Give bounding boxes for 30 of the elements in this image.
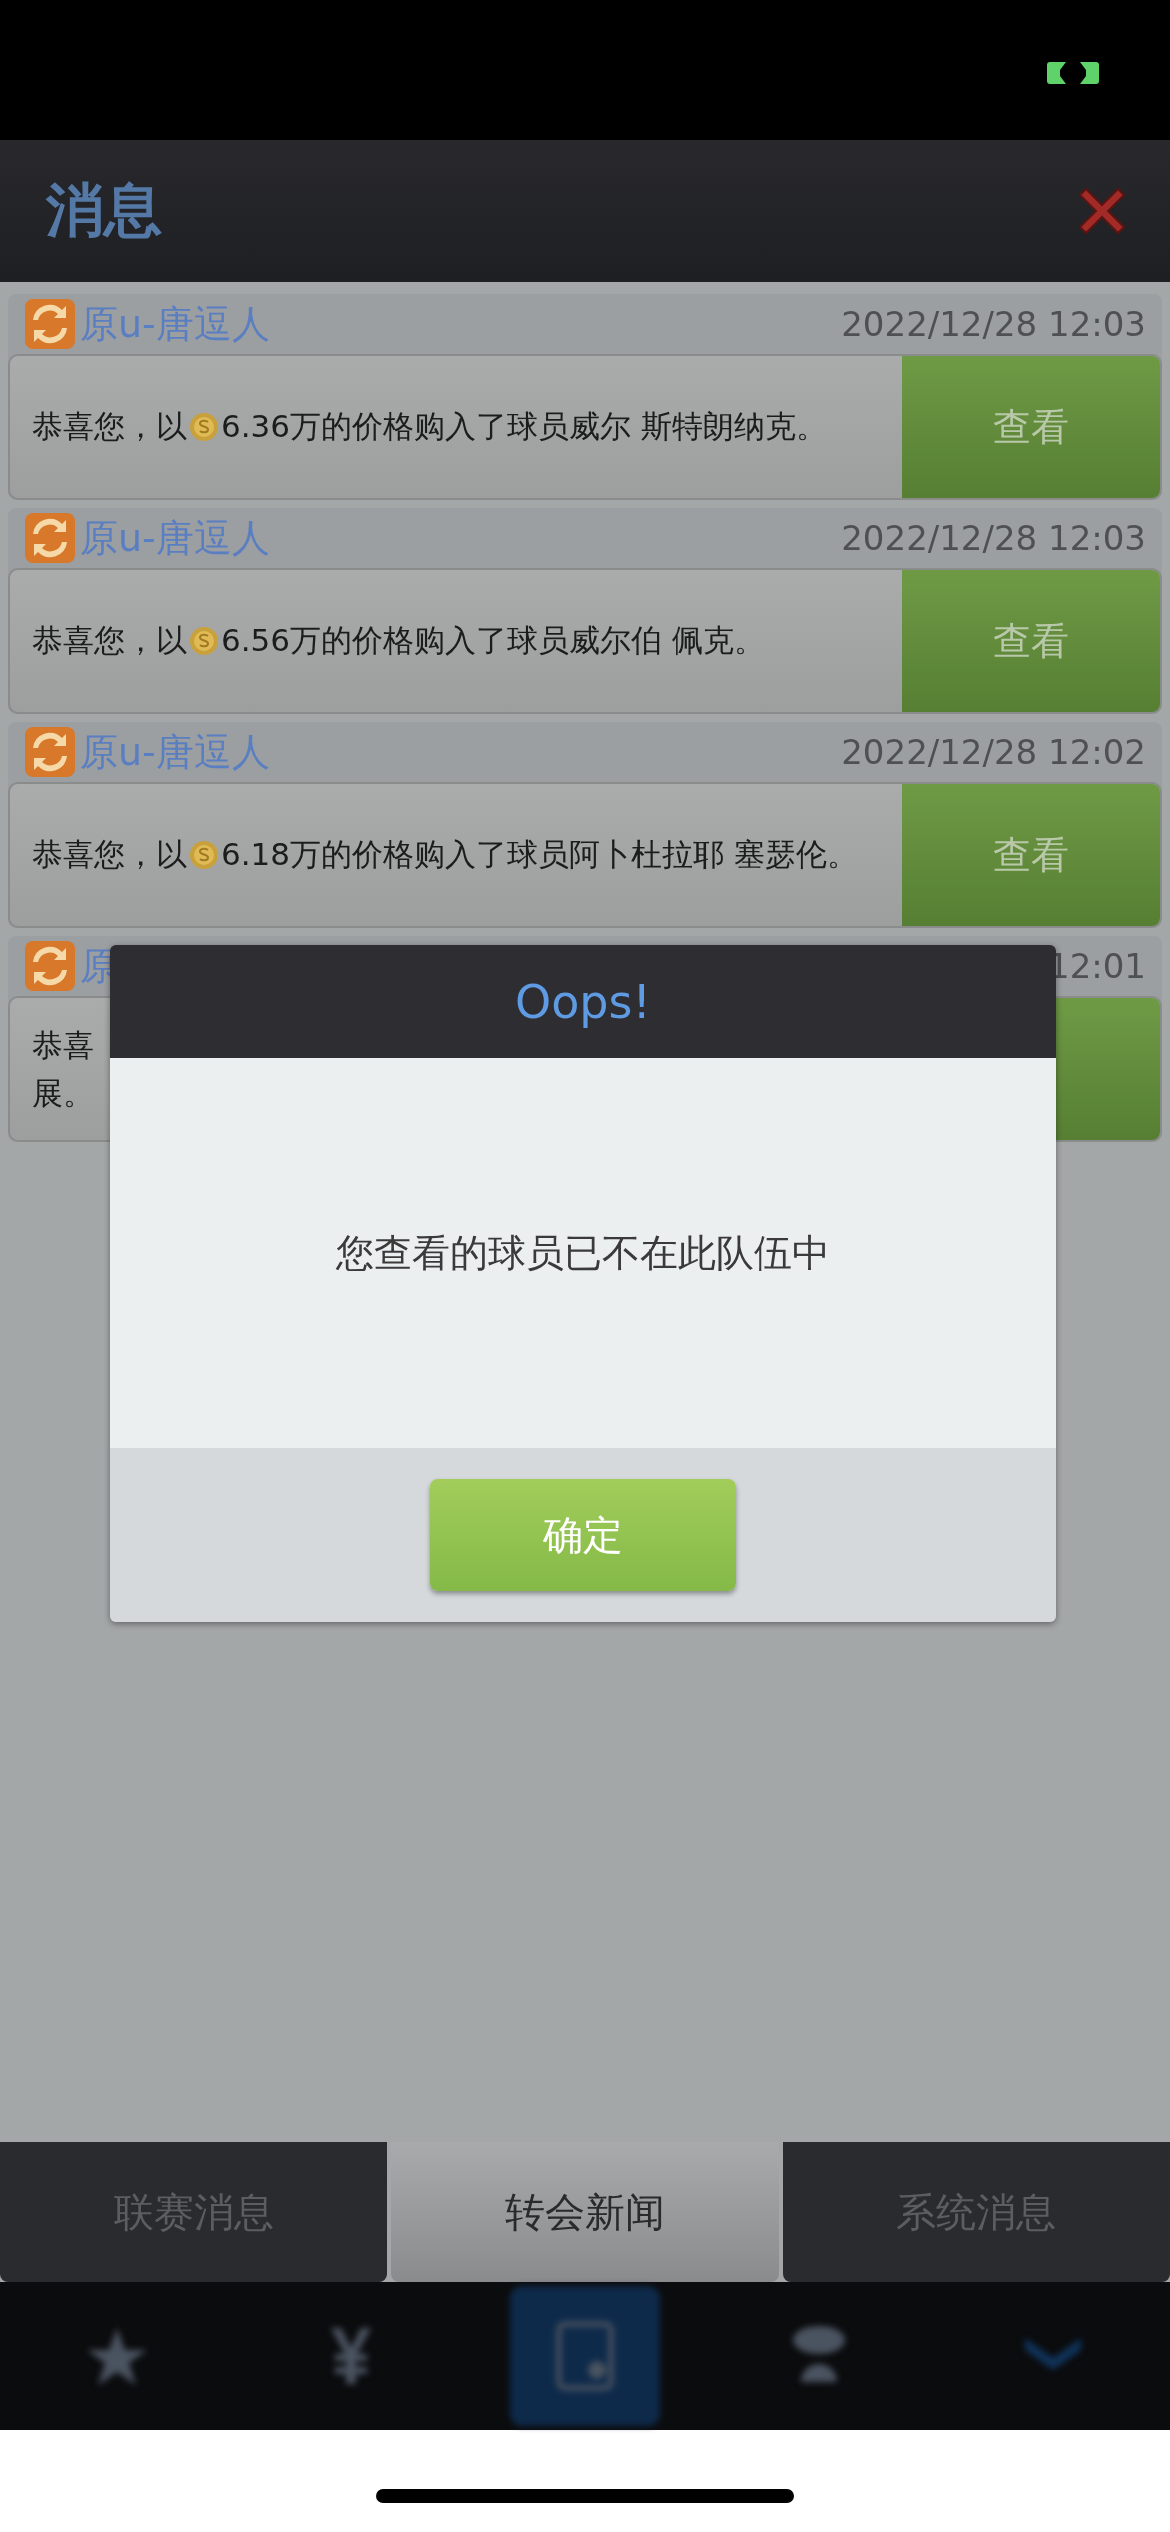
tab[interactable]: 转会新闻 bbox=[391, 2142, 779, 2282]
sender-name: 原u-唐逗人 bbox=[80, 514, 271, 562]
nav-button[interactable] bbox=[510, 2286, 660, 2426]
coin-icon bbox=[189, 626, 219, 656]
message-text: 恭喜您，以 bbox=[32, 407, 187, 446]
message-time: 2022/12/28 12:03 bbox=[841, 518, 1146, 558]
dialog-message: 您查看的球员已不在此队伍中 bbox=[336, 1229, 830, 1277]
message-text: 6.36万的价格购入了球员威尔 斯特朗纳克。 bbox=[221, 407, 827, 446]
screen-title: 消息 bbox=[46, 175, 162, 246]
message-text: 恭喜您，以 bbox=[32, 621, 187, 660]
transfer-icon bbox=[24, 298, 76, 350]
message-text: 恭喜您，以 bbox=[32, 835, 187, 874]
view-button[interactable]: 查看 bbox=[902, 570, 1160, 712]
transfer-icon bbox=[24, 726, 76, 778]
confirm-button[interactable]: 确定 bbox=[430, 1479, 736, 1591]
dialog-title: Oops! bbox=[110, 945, 1056, 1058]
coin-icon bbox=[189, 412, 219, 442]
sender-name: 原u-唐逗人 bbox=[80, 300, 271, 348]
message-time: 2022/12/28 12:02 bbox=[841, 732, 1146, 772]
transfer-icon bbox=[24, 512, 76, 564]
view-button[interactable]: 查看 bbox=[902, 784, 1160, 926]
sender-name: 原u-唐逗人 bbox=[80, 728, 271, 776]
message-text: 6.18万的价格购入了球员阿卜杜拉耶 塞瑟伦。 bbox=[221, 835, 858, 874]
message-text: 恭喜 展。 bbox=[32, 1025, 94, 1113]
message-time: 2022/12/28 12:03 bbox=[841, 304, 1146, 344]
message-text: 6.56万的价格购入了球员威尔伯 佩克。 bbox=[221, 621, 765, 660]
view-button[interactable]: 查看 bbox=[902, 356, 1160, 498]
transfer-icon bbox=[24, 940, 76, 992]
status-icon bbox=[1046, 60, 1100, 86]
coin-icon bbox=[189, 840, 219, 870]
